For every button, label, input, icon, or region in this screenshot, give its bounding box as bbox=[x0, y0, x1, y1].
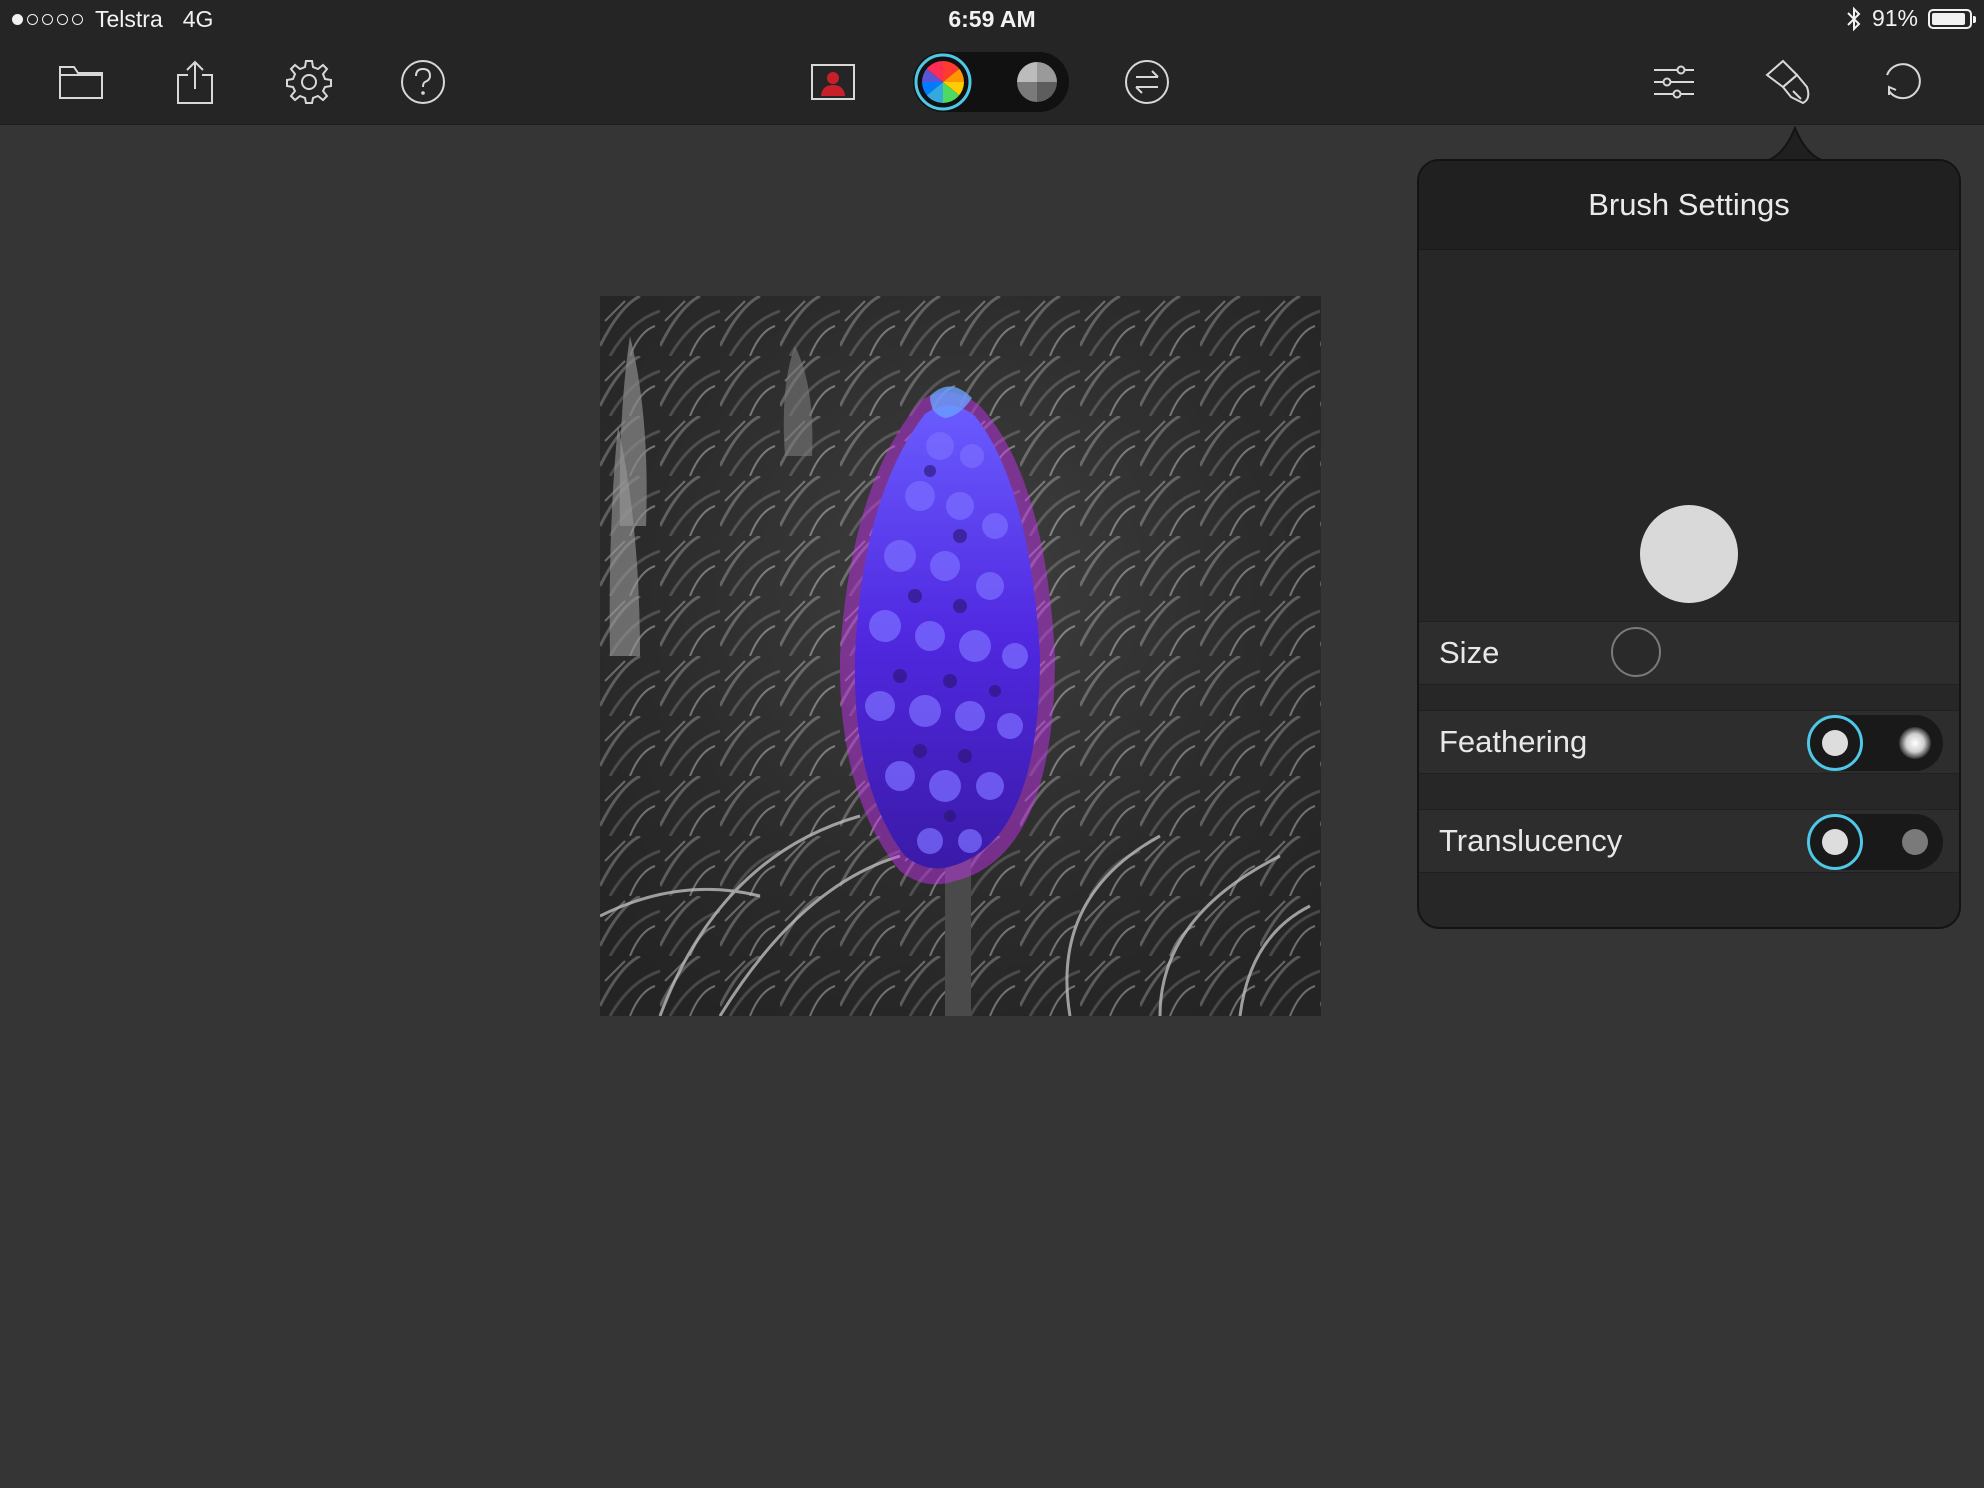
popover-arrow bbox=[1760, 126, 1830, 162]
opaque-icon bbox=[1822, 829, 1848, 855]
feathering-hard-option[interactable] bbox=[1807, 715, 1863, 771]
swap-button[interactable] bbox=[1117, 52, 1177, 112]
help-icon bbox=[401, 60, 445, 104]
photo-canvas[interactable] bbox=[600, 296, 1321, 1016]
soft-edge-icon bbox=[1899, 727, 1931, 759]
adjustments-button[interactable] bbox=[1644, 52, 1704, 112]
brush-preview bbox=[1640, 505, 1738, 603]
undo-button[interactable] bbox=[1872, 52, 1932, 112]
toolbar bbox=[0, 40, 1984, 125]
brush-settings-button[interactable] bbox=[1758, 52, 1818, 112]
brush-settings-popover: Brush Settings Size Feathering Transluce… bbox=[1417, 159, 1961, 929]
color-mode-option[interactable] bbox=[913, 52, 973, 112]
flower-photo bbox=[600, 296, 1321, 1016]
brush-preview-area bbox=[1419, 250, 1959, 780]
hard-edge-icon bbox=[1822, 730, 1848, 756]
feathering-soft-option[interactable] bbox=[1887, 715, 1943, 771]
translucent-icon bbox=[1902, 829, 1928, 855]
folder-icon bbox=[59, 66, 103, 99]
sliders-icon bbox=[1654, 65, 1694, 99]
translucency-opaque-option[interactable] bbox=[1807, 814, 1863, 870]
share-button[interactable] bbox=[165, 52, 225, 112]
help-button[interactable] bbox=[393, 52, 453, 112]
portrait-icon bbox=[811, 64, 855, 100]
translucency-toggle bbox=[1807, 814, 1943, 870]
status-time: 6:59 AM bbox=[948, 6, 1036, 32]
battery-icon bbox=[1928, 8, 1976, 29]
gear-icon bbox=[286, 60, 332, 104]
size-label: Size bbox=[1439, 635, 1500, 670]
swap-icon bbox=[1125, 60, 1169, 104]
status-right: 91% bbox=[1846, 5, 1976, 32]
grayscale-icon bbox=[1017, 62, 1057, 102]
color-wheel-icon bbox=[914, 53, 972, 111]
grayscale-mode-option[interactable] bbox=[1007, 52, 1067, 112]
popover-title: Brush Settings bbox=[1419, 161, 1959, 250]
translucency-translucent-option[interactable] bbox=[1887, 814, 1943, 870]
status-bar: Telstra 4G 6:59 AM 91% bbox=[0, 0, 1984, 40]
portrait-mode-button[interactable] bbox=[803, 52, 863, 112]
translucency-row: Translucency bbox=[1419, 809, 1959, 873]
undo-icon bbox=[1886, 63, 1921, 100]
feathering-toggle bbox=[1807, 715, 1943, 771]
color-mode-toggle bbox=[913, 52, 1069, 112]
share-icon bbox=[177, 60, 213, 104]
translucency-label: Translucency bbox=[1439, 823, 1623, 858]
open-folder-button[interactable] bbox=[51, 52, 111, 112]
feathering-row: Feathering bbox=[1419, 710, 1959, 774]
settings-button[interactable] bbox=[279, 52, 339, 112]
brush-icon bbox=[1765, 59, 1810, 105]
bluetooth-icon bbox=[1847, 6, 1861, 31]
battery-percent: 91% bbox=[1871, 5, 1918, 31]
size-row: Size bbox=[1419, 621, 1959, 685]
feathering-label: Feathering bbox=[1439, 724, 1588, 759]
size-slider-knob[interactable] bbox=[1611, 627, 1661, 677]
